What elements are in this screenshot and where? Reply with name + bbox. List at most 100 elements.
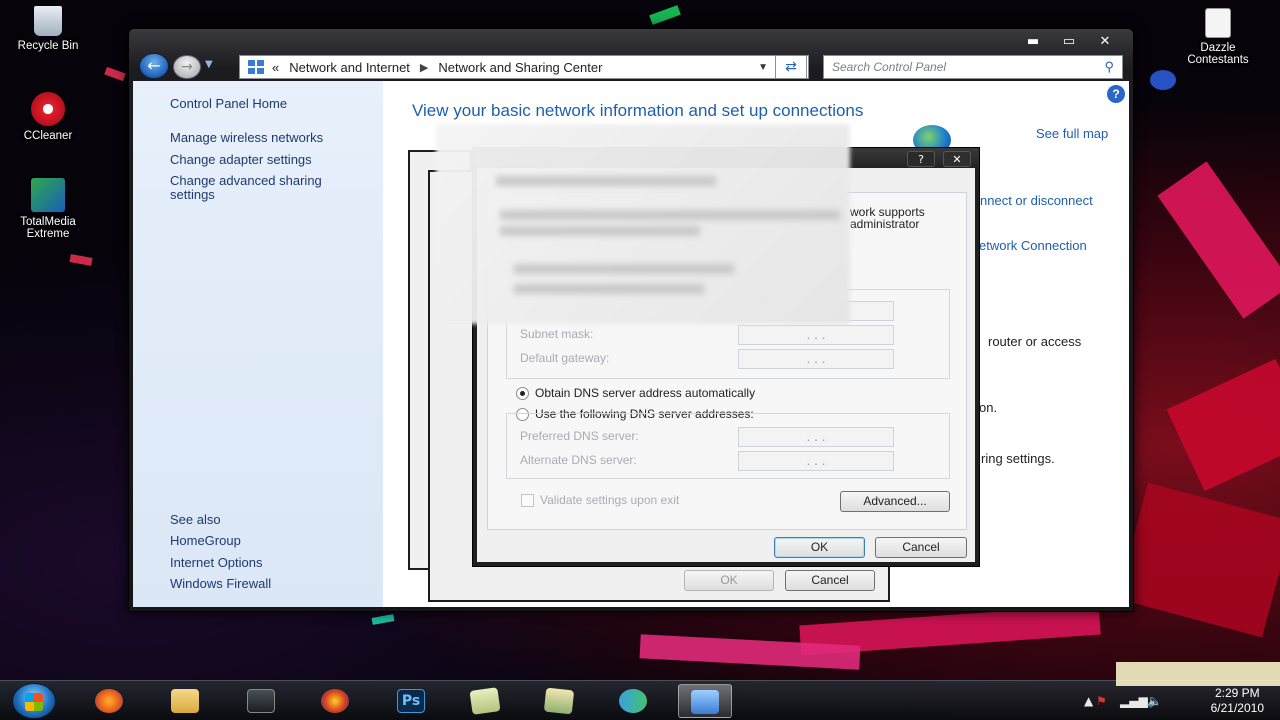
- router-access-text: router or access: [988, 334, 1082, 349]
- minimize-button[interactable]: ▬: [1015, 33, 1051, 51]
- back-arrow-icon[interactable]: ←: [139, 53, 169, 79]
- page-title: View your basic network information and …: [412, 101, 864, 120]
- search-input[interactable]: Search Control Panel ⚲: [823, 55, 1123, 79]
- internet-options-link[interactable]: Internet Options: [170, 556, 263, 570]
- action-center-flag-icon[interactable]: ⚑: [1096, 694, 1107, 708]
- recycle-bin-icon: [34, 6, 62, 36]
- dialog-close-button[interactable]: ✕: [943, 151, 971, 167]
- file-icon: [543, 687, 575, 715]
- breadcrumb-network-and-internet[interactable]: Network and Internet: [289, 60, 410, 75]
- recent-pages-dropdown-icon[interactable]: ▼: [205, 59, 213, 70]
- start-button[interactable]: [12, 683, 56, 719]
- clock-date: 6/21/2010: [1210, 701, 1264, 715]
- taskbar-control-panel[interactable]: [678, 684, 732, 718]
- forward-arrow-icon[interactable]: →: [173, 55, 201, 79]
- maximize-button[interactable]: ▭: [1051, 33, 1087, 51]
- validate-settings-checkbox[interactable]: [521, 494, 534, 507]
- taskbar-firefox[interactable]: [82, 684, 136, 718]
- desktop-icon-label: Dazzle Contestants: [1187, 42, 1249, 66]
- refresh-icon[interactable]: ⇄: [775, 55, 807, 79]
- desktop-icon-dazzle-contestants[interactable]: Dazzle Contestants: [1178, 8, 1258, 66]
- alternate-dns-field[interactable]: . . .: [738, 451, 894, 471]
- ip-dots: . . .: [806, 454, 826, 468]
- blurred-text: [514, 284, 704, 294]
- obtain-dns-automatically-radio[interactable]: [516, 387, 529, 400]
- breadcrumb-separator-icon[interactable]: ▶: [420, 61, 428, 74]
- desktop-icon-recycle-bin[interactable]: Recycle Bin: [8, 6, 88, 52]
- back-dialog-ok-button[interactable]: OK: [684, 570, 774, 591]
- address-overflow-chevron[interactable]: «: [272, 60, 279, 75]
- ok-button[interactable]: OK: [774, 537, 865, 558]
- taskbar-photoshop[interactable]: Ps: [384, 684, 438, 718]
- left-navigation-pane: Control Panel Home Manage wireless netwo…: [133, 81, 383, 607]
- clock[interactable]: 2:29 PM 6/21/2010: [1211, 686, 1264, 716]
- alternate-dns-label: Alternate DNS server:: [520, 453, 637, 467]
- preferred-dns-field[interactable]: . . .: [738, 427, 894, 447]
- burning-app-icon: [321, 689, 349, 713]
- validate-settings-label: Validate settings upon exit: [540, 493, 680, 507]
- change-advanced-sharing-link[interactable]: Change advanced sharing: [170, 174, 322, 188]
- wallpaper-shard: [1157, 161, 1280, 319]
- taskbar-app-4[interactable]: [308, 684, 362, 718]
- folder-icon: [171, 689, 199, 713]
- windows-firewall-link[interactable]: Windows Firewall: [170, 577, 271, 591]
- notes-icon: [469, 687, 501, 715]
- manage-wireless-networks-link[interactable]: Manage wireless networks: [170, 131, 323, 145]
- cancel-button[interactable]: Cancel: [875, 537, 967, 558]
- breadcrumb-network-and-sharing-center[interactable]: Network and Sharing Center: [438, 60, 602, 75]
- dialog-help-button[interactable]: ?: [907, 151, 935, 167]
- ip-dots: . . .: [806, 430, 826, 444]
- wallpaper-shard: [1117, 482, 1280, 638]
- wallpaper-shard: [649, 5, 681, 25]
- change-adapter-settings-link[interactable]: Change adapter settings: [170, 153, 312, 167]
- address-bar[interactable]: « Network and Internet ▶ Network and Sha…: [239, 55, 809, 79]
- document-icon: [1205, 8, 1231, 38]
- network-signal-icon[interactable]: ▂▄▆: [1120, 694, 1148, 708]
- network-connection-link[interactable]: etwork Connection: [979, 238, 1087, 253]
- network-users-icon: [619, 689, 647, 713]
- taskbar-app-3[interactable]: [234, 684, 288, 718]
- desktop-icon-label: Recycle Bin: [17, 40, 79, 52]
- sharing-settings-text: ring settings.: [981, 451, 1055, 466]
- windows-logo-icon: [25, 693, 43, 711]
- desktop-icon-label: TotalMedia Extreme: [20, 216, 76, 240]
- blurred-region: [436, 124, 850, 324]
- show-hidden-icons-icon[interactable]: ▲: [1084, 694, 1093, 708]
- totalmedia-extreme-icon: [31, 178, 65, 212]
- homegroup-link[interactable]: HomeGroup: [170, 534, 241, 548]
- connect-or-disconnect-link[interactable]: nnect or disconnect: [980, 193, 1093, 208]
- taskbar-app-8[interactable]: [606, 684, 660, 718]
- preferred-dns-label: Preferred DNS server:: [520, 429, 639, 443]
- address-dropdown-icon[interactable]: ▼: [758, 62, 768, 73]
- advanced-button[interactable]: Advanced...: [840, 491, 950, 512]
- control-panel-icon: [248, 60, 264, 74]
- media-app-icon: [247, 689, 275, 713]
- close-button[interactable]: ✕: [1087, 33, 1123, 51]
- wallpaper-shard: [1166, 358, 1280, 492]
- obtain-dns-automatically-label[interactable]: Obtain DNS server address automatically: [535, 386, 755, 400]
- tray-overlay: [1116, 662, 1280, 686]
- wallpaper-shard: [69, 254, 93, 266]
- search-icon[interactable]: ⚲: [1104, 59, 1114, 75]
- back-dialog-cancel-button[interactable]: Cancel: [785, 570, 875, 591]
- control-panel-home-link[interactable]: Control Panel Home: [170, 97, 287, 111]
- subnet-mask-field[interactable]: . . .: [738, 325, 894, 345]
- blurred-text: [500, 210, 840, 220]
- help-icon[interactable]: ?: [1107, 85, 1125, 103]
- wallpaper-shard: [104, 66, 126, 82]
- taskbar-app-7[interactable]: [532, 684, 586, 718]
- wallpaper-shard: [371, 614, 395, 625]
- change-advanced-sharing-link-continued[interactable]: settings: [170, 188, 215, 202]
- ip-dots: . . .: [806, 328, 826, 342]
- blurred-text: [496, 176, 716, 186]
- default-gateway-field[interactable]: . . .: [738, 349, 894, 369]
- desktop-icon-ccleaner[interactable]: CCleaner: [8, 92, 88, 142]
- desktop-icon-totalmedia-extreme[interactable]: TotalMedia Extreme: [8, 178, 88, 240]
- blurred-text: [514, 264, 734, 274]
- desktop-icon-label: CCleaner: [23, 130, 73, 142]
- taskbar-app-6[interactable]: [458, 684, 512, 718]
- see-full-map-link[interactable]: See full map: [1036, 126, 1108, 141]
- taskbar-explorer[interactable]: [158, 684, 212, 718]
- navigation-bar: ← → ▼ « Network and Internet ▶ Network a…: [135, 51, 1127, 81]
- volume-icon[interactable]: 🔈: [1147, 694, 1162, 708]
